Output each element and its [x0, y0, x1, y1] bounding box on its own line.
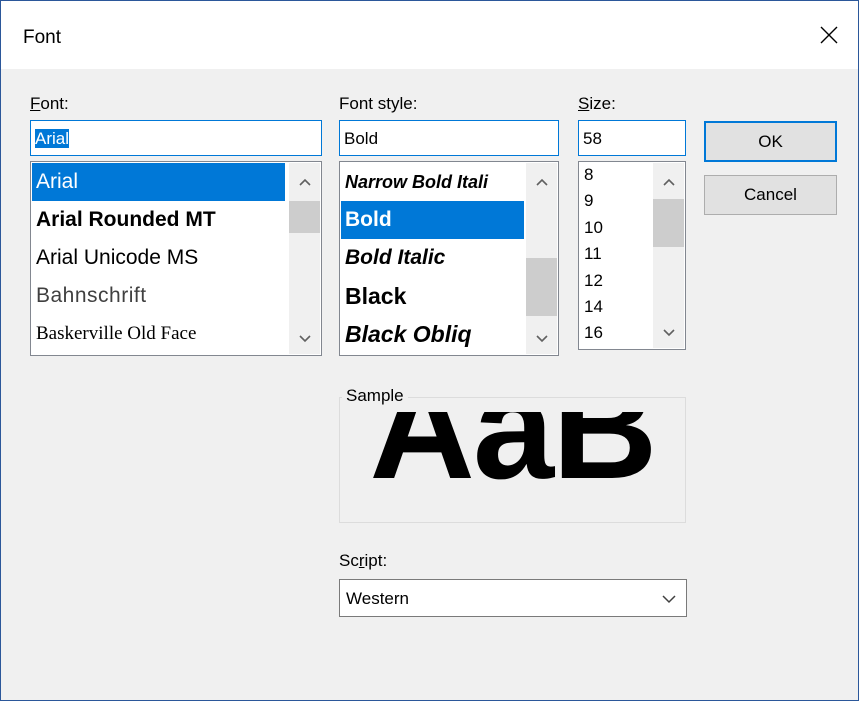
sample-text: AaB	[369, 412, 657, 509]
scroll-up-button[interactable]	[653, 171, 684, 193]
font-style-list[interactable]: Narrow Bold Itali Bold Bold Italic Black…	[339, 161, 559, 356]
size-list-item[interactable]: 10	[580, 219, 650, 237]
size-list-item[interactable]: 11	[580, 245, 650, 263]
close-button[interactable]	[800, 1, 858, 69]
script-label-before: Sc	[339, 551, 359, 570]
style-list-item[interactable]: Narrow Bold Itali	[341, 163, 524, 201]
font-list-item[interactable]: Arial	[32, 163, 285, 201]
cancel-button[interactable]: Cancel	[704, 175, 837, 215]
scroll-thumb[interactable]	[289, 201, 320, 233]
font-list-scrollbar[interactable]	[289, 163, 320, 354]
font-style-label: Font style:	[339, 94, 418, 113]
font-label: Font:	[30, 94, 69, 114]
size-list-scrollbar[interactable]	[653, 163, 684, 348]
script-label: Script:	[339, 551, 387, 571]
scroll-thumb[interactable]	[526, 258, 557, 316]
style-list-item[interactable]: Bold	[341, 201, 524, 239]
font-name-list[interactable]: Arial Arial Rounded MT Arial Unicode MS …	[30, 161, 322, 356]
font-name-value: Arial	[35, 129, 70, 148]
ok-button[interactable]: OK	[704, 121, 837, 162]
scroll-down-button[interactable]	[526, 328, 557, 350]
scroll-up-button[interactable]	[526, 171, 557, 193]
font-list-item[interactable]: Bahnschrift	[32, 277, 285, 315]
script-value: Western	[346, 589, 409, 608]
style-list-item[interactable]: Black	[341, 277, 524, 315]
close-icon	[820, 26, 838, 44]
sample-label: Sample	[342, 386, 408, 406]
font-dialog: Font Font: Arial Arial Arial Rounded MT …	[0, 0, 859, 701]
font-list-item[interactable]: Baskerville Old Face	[32, 315, 285, 353]
size-list-item[interactable]: 16	[580, 324, 650, 342]
style-list-item[interactable]: Black Obliq	[341, 315, 524, 353]
scroll-thumb[interactable]	[653, 199, 684, 247]
title-bar: Font	[1, 1, 858, 69]
scroll-down-button[interactable]	[289, 328, 320, 350]
scroll-up-button[interactable]	[289, 171, 320, 193]
font-size-list[interactable]: 8 9 10 11 12 14 16	[578, 161, 686, 350]
chevron-down-icon	[298, 335, 311, 343]
font-label-mnemonic: F	[30, 94, 41, 113]
chevron-down-icon	[662, 595, 676, 604]
chevron-up-icon	[535, 178, 548, 186]
chevron-up-icon	[662, 178, 675, 186]
size-label-mnemonic: S	[578, 94, 590, 113]
chevron-up-icon	[298, 178, 311, 186]
sample-preview: AaB	[340, 412, 685, 522]
font-list-item[interactable]: Arial Unicode MS	[32, 239, 285, 277]
style-list-item[interactable]: Bold Italic	[341, 239, 524, 277]
size-list-item[interactable]: 14	[580, 298, 650, 316]
font-list-item[interactable]: Arial Rounded MT	[32, 201, 285, 239]
font-label-rest: ont:	[40, 94, 69, 113]
font-size-input[interactable]: 58	[578, 120, 686, 156]
size-list-item[interactable]: 9	[580, 192, 650, 210]
style-list-scrollbar[interactable]	[526, 163, 557, 354]
size-label: Size:	[578, 94, 616, 114]
chevron-down-icon	[535, 335, 548, 343]
size-list-item[interactable]: 12	[580, 272, 650, 290]
script-label-after: ipt:	[364, 551, 388, 570]
size-list-item[interactable]: 8	[580, 166, 650, 184]
scroll-down-button[interactable]	[653, 322, 684, 344]
chevron-down-icon	[662, 329, 675, 337]
script-dropdown[interactable]: Western	[339, 579, 687, 617]
dialog-title: Font	[23, 27, 62, 48]
font-style-input[interactable]: Bold	[339, 120, 559, 156]
size-label-rest: ize:	[589, 94, 616, 113]
font-name-input[interactable]: Arial	[30, 120, 322, 156]
